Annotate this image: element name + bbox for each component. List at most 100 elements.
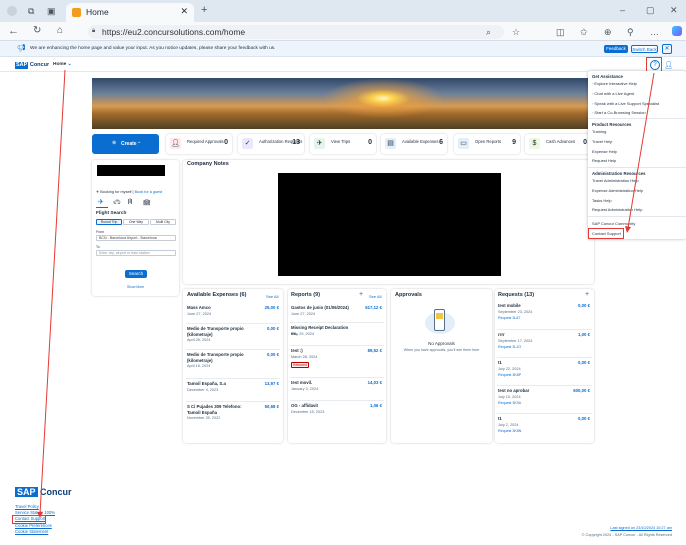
hotel-mode-icon[interactable]: 🏨︎ (143, 199, 151, 206)
menu-community[interactable]: SAP Concur Community (592, 221, 635, 226)
tile-label: View Trips (331, 139, 351, 144)
row-divider (186, 323, 280, 324)
announcement-icon: 📢︎ (17, 45, 26, 52)
concur-logo[interactable]: SAP Concur (15, 62, 49, 69)
request-name[interactable]: rrrr (498, 332, 558, 338)
switch-back-button[interactable]: Switch Back (631, 45, 658, 53)
add-request-icon[interactable]: + (585, 291, 589, 298)
profile-icon[interactable] (7, 6, 17, 16)
tab-actions-icon[interactable]: ▣ (47, 6, 56, 16)
refresh-icon[interactable]: ↻ (33, 26, 41, 36)
menu-item-expense-help[interactable]: Expense Help (592, 149, 617, 154)
extensions-icon[interactable]: ⚲ (627, 27, 634, 37)
expense-name[interactable]: Medio de Transporte propio (kilometraje) (187, 326, 255, 337)
menu-item-travel-administration-help[interactable]: Travel Administration Help (592, 178, 639, 183)
expense-name[interactable]: S Ci Pujades 309 Telefono: Tamoil España (187, 404, 255, 415)
new-tab-icon[interactable]: + (201, 5, 207, 16)
menu-item-tasks-help[interactable]: Tasks Help (592, 198, 612, 203)
favorites-icon[interactable]: ✩ (580, 27, 588, 37)
close-tab-icon[interactable]: ✕ (180, 6, 188, 17)
nav-home[interactable]: Home ⌄ (53, 62, 72, 67)
show-more-link[interactable]: Show More (127, 285, 144, 289)
tile-available-expenses[interactable]: ▤ Available Expenses 6 (381, 134, 447, 154)
menu-item-training[interactable]: Training (592, 129, 606, 134)
expense-date: April 16, 2024 (187, 364, 211, 368)
menu-separator (588, 118, 686, 119)
expense-amount: 50,68 € (264, 404, 279, 409)
close-window-icon[interactable]: ✕ (670, 5, 678, 15)
tile-open-reports[interactable]: ▭ Open Reports 9 (454, 134, 520, 154)
chevron-down-icon: ⌄ (137, 139, 142, 145)
company-notes-media (278, 173, 501, 276)
footer-contact-highlight-box (12, 515, 46, 524)
row-divider (497, 329, 592, 330)
report-amount: 89,52 € (367, 348, 382, 353)
feedback-button[interactable]: Feedback (604, 45, 628, 53)
tile-authorization-requests[interactable]: ✓ Authorization Requests 13 (238, 134, 304, 154)
workspaces-icon[interactable]: ⧉ (28, 6, 34, 16)
browser-tab-home[interactable]: Home ✕ (66, 3, 194, 22)
report-amount: 617,12 € (365, 305, 382, 310)
footer-link-cookie-statement[interactable]: Cookie Statement (15, 529, 48, 534)
request-name[interactable]: t1 (498, 360, 558, 366)
zoom-icon[interactable]: ⌕ (486, 27, 491, 37)
row-divider (186, 349, 280, 350)
footer-link-travel-policy[interactable]: Travel Policy (15, 504, 39, 509)
flight-mode-icon[interactable]: ✈ (98, 198, 104, 206)
report-name[interactable]: Gastos de junio (01/06/2024) (291, 305, 355, 311)
trip-type-multi[interactable]: Multi City (150, 219, 176, 225)
menu-item-travel-help[interactable]: Travel Help (592, 139, 612, 144)
tile-required-approvals[interactable]: 👤︎ Required Approvals 0 (166, 134, 232, 154)
create-button[interactable]: ⊕ Create ⌄ (92, 134, 159, 154)
expense-name[interactable]: Medio de Transporte propio (kilometraje) (187, 352, 255, 363)
trip-type-oneway[interactable]: One Way (123, 219, 149, 225)
expense-date: June 27, 2024 (187, 311, 212, 316)
favorite-star-icon[interactable]: ☆ (512, 27, 520, 37)
request-name[interactable]: test mobile (498, 303, 558, 309)
request-name[interactable]: t1 (498, 416, 558, 422)
profile-avatar-icon[interactable]: 👤︎ (664, 61, 673, 69)
collections-icon[interactable]: ⊕ (604, 27, 612, 37)
minimize-icon[interactable]: – (620, 5, 625, 15)
report-name[interactable]: test :) (291, 348, 355, 354)
menu-item-explore-interactive-help[interactable]: ◦Explore Interactive Help (592, 81, 637, 86)
tile-view-trips[interactable]: ✈ View Trips 0 (310, 134, 376, 154)
search-button[interactable]: Search (125, 270, 147, 278)
menu-item-chat-with-a-live-agent[interactable]: ◦Chat with a Live Agent (592, 91, 634, 96)
menu-item-request-help[interactable]: Request Help (592, 158, 616, 163)
request-name[interactable]: test no aprobar (498, 388, 558, 394)
user-icon: 👤︎ (170, 138, 181, 149)
trip-type-round[interactable]: Round Trip (96, 219, 122, 225)
menu-item-start-a-co-browsing-session[interactable]: ◦Start a Co-Browsing Session (592, 110, 646, 115)
tile-cash-advances[interactable]: $ Cash Advances 0 (525, 134, 591, 154)
menu-product-resources-heading: Product Resources (592, 122, 632, 127)
close-banner-button[interactable]: ✕ (662, 44, 672, 54)
expense-name[interactable]: Tamoil España, S.a (187, 381, 255, 387)
menu-item-request-administration-help[interactable]: Request Administration Help (592, 207, 642, 212)
maximize-icon[interactable]: ▢ (646, 5, 655, 15)
url-input[interactable]: https://eu2.concursolutions.com/home (88, 25, 504, 39)
home-icon[interactable]: ⌂ (57, 26, 63, 36)
menu-item-expense-administration-help[interactable]: Expense Administration Help (592, 188, 643, 193)
trip-type-oneway-label: One Way (128, 220, 143, 224)
rail-mode-icon[interactable]: |ꟾ| (128, 199, 132, 205)
trip-type-round-label: Round Trip (100, 220, 118, 224)
back-icon[interactable]: ← (8, 26, 19, 37)
from-input[interactable]: BCN - Barcelona Airport - Barcelona (96, 235, 176, 241)
report-name[interactable]: OG - affidavit (291, 403, 355, 409)
copilot-icon[interactable] (672, 26, 682, 36)
reports-see-all[interactable]: See All (369, 294, 381, 299)
report-name[interactable]: test movil. (291, 380, 355, 386)
expense-name[interactable]: Mass Amco (187, 305, 255, 311)
car-mode-icon[interactable]: 🚗︎ (113, 199, 121, 206)
report-date: June 27, 2024 (291, 312, 316, 316)
menu-item-speak-with-a-live-support-specialist[interactable]: ◦Speak with a Live Support Specialist (592, 101, 659, 106)
menu-dots-icon[interactable]: … (650, 27, 659, 37)
to-input[interactable]: Enter city, airport or train station (96, 250, 176, 256)
split-screen-icon[interactable]: ◫ (556, 27, 565, 37)
add-report-icon[interactable]: + (359, 291, 363, 298)
book-guest-link[interactable]: Book for a guest (135, 190, 163, 194)
expenses-see-all[interactable]: See All (266, 294, 278, 299)
menu-separator (588, 216, 686, 217)
report-amount: 1,06 € (370, 403, 382, 408)
